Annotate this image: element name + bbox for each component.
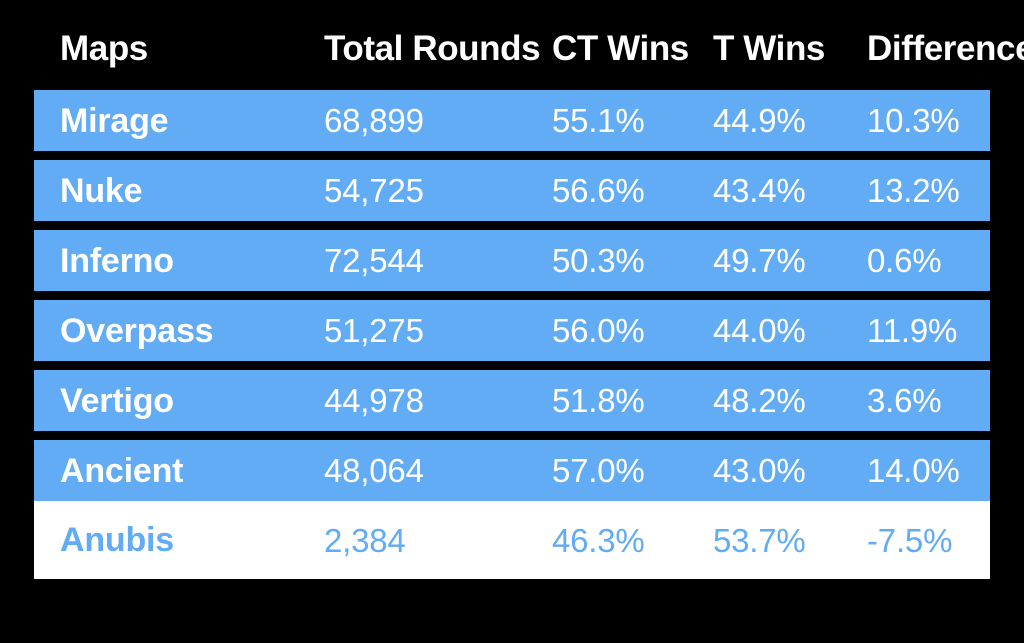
table-row: Nuke 54,725 56.6% 43.4% 13.2% [34,160,990,221]
cell-map-name: Vertigo [60,381,174,420]
stats-table-figure: Maps Total Rounds CT Wins T Wins Differe… [0,0,1024,643]
table-row: Vertigo 44,978 51.8% 48.2% 3.6% [34,370,990,431]
column-header-ct-wins: CT Wins [552,28,689,68]
cell-t-wins: 44.9% [713,102,806,139]
cell-ct-wins: 56.0% [552,312,645,349]
cell-total-rounds: 51,275 [324,312,424,349]
table-body: Mirage 68,899 55.1% 44.9% 10.3% Nuke 54,… [34,90,990,579]
cell-map-name: Mirage [60,101,169,140]
cell-ct-wins: 50.3% [552,242,645,279]
cell-difference: 10.3% [867,102,960,139]
cell-difference: 0.6% [867,242,942,279]
cell-total-rounds: 54,725 [324,172,424,209]
column-header-total-rounds: Total Rounds [324,28,541,68]
cell-total-rounds: 2,384 [324,521,406,559]
cell-map-name: Ancient [60,451,184,490]
cell-difference: 13.2% [867,172,960,209]
cell-difference: -7.5% [867,521,953,559]
cell-total-rounds: 68,899 [324,102,424,139]
table-row: Ancient 48,064 57.0% 43.0% 14.0% [34,440,990,501]
table-row: Overpass 51,275 56.0% 44.0% 11.9% [34,300,990,361]
cell-difference: 14.0% [867,452,960,489]
cell-t-wins: 43.4% [713,172,806,209]
cell-ct-wins: 55.1% [552,102,645,139]
cell-difference: 3.6% [867,382,942,419]
column-header-t-wins: T Wins [713,28,825,68]
cell-ct-wins: 51.8% [552,382,645,419]
table-row: Mirage 68,899 55.1% 44.9% 10.3% [34,90,990,151]
cell-map-name: Inferno [60,241,174,280]
table-header-row: Maps Total Rounds CT Wins T Wins Differe… [34,22,1024,74]
cell-map-name: Nuke [60,171,143,210]
cell-t-wins: 44.0% [713,312,806,349]
column-header-difference: Difference [867,28,1024,68]
cell-total-rounds: 44,978 [324,382,424,419]
cell-map-name: Overpass [60,311,214,350]
table-row: Inferno 72,544 50.3% 49.7% 0.6% [34,230,990,291]
cell-t-wins: 43.0% [713,452,806,489]
cell-t-wins: 53.7% [713,521,806,559]
cell-difference: 11.9% [867,312,958,349]
cell-total-rounds: 48,064 [324,452,424,489]
cell-ct-wins: 57.0% [552,452,645,489]
table-row-highlighted: Anubis 2,384 46.3% 53.7% -7.5% [34,501,990,579]
cell-t-wins: 48.2% [713,382,806,419]
cell-ct-wins: 46.3% [552,521,645,559]
column-header-maps: Maps [60,28,148,68]
cell-t-wins: 49.7% [713,242,806,279]
cell-total-rounds: 72,544 [324,242,424,279]
cell-map-name: Anubis [60,521,175,559]
cell-ct-wins: 56.6% [552,172,645,209]
